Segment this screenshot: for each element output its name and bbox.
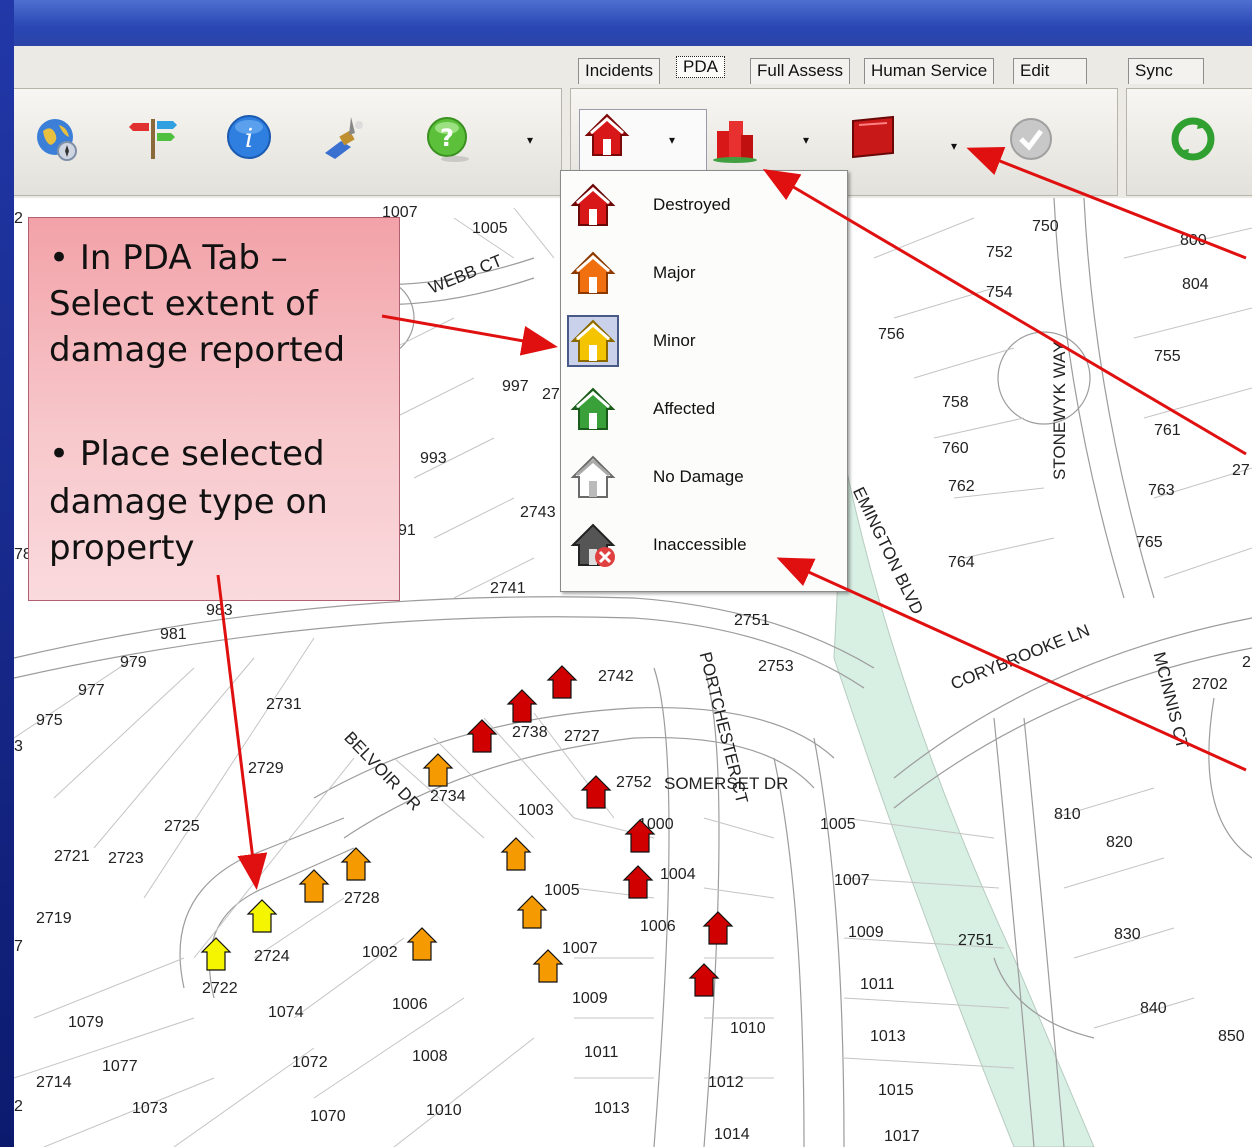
minor-house-icon [567,315,619,367]
ribbon-tabs: Incidents PDA Full Assess Human Service … [14,46,1252,87]
tab-sync[interactable]: Sync [1128,58,1204,84]
major-marker[interactable] [407,927,437,961]
major-marker[interactable] [501,837,531,871]
tab-edit[interactable]: Edit [1013,58,1087,84]
check-icon[interactable] [1007,115,1055,163]
toolbar-group-sync [1126,88,1252,196]
callout-text: Select extent of [49,284,318,324]
destroyed-marker[interactable] [623,865,653,899]
toolbar-group-map: i ? ▾ [14,88,562,196]
menu-item-major[interactable]: Major [561,241,847,307]
callout-text: property [49,528,195,568]
chevron-down-icon[interactable]: ▾ [669,133,675,147]
menu-item-label: Affected [653,399,716,418]
chevron-down-icon[interactable]: ▾ [803,133,809,147]
major-house-icon [570,251,616,294]
signpost-icon[interactable] [129,113,177,161]
menu-item-inaccessible[interactable]: Inaccessible [561,513,847,579]
help-icon[interactable]: ? [425,115,473,163]
destroyed-marker[interactable] [547,665,577,699]
callout-text: • In PDA Tab – [49,238,288,278]
flag-icon[interactable] [849,113,897,161]
menu-item-affected[interactable]: Affected [561,377,847,443]
inaccessible-house-icon [570,523,616,567]
tab-incidents[interactable]: Incidents [578,58,661,84]
destroyed-marker[interactable] [625,819,655,853]
chevron-down-icon[interactable]: ▾ [527,133,533,147]
callout-text: damage reported [49,330,346,370]
menu-item-minor[interactable]: Minor [561,309,847,375]
tab-full-assess[interactable]: Full Assess [750,58,850,84]
tab-human-service[interactable]: Human Service [864,58,995,84]
destroyed-marker[interactable] [581,775,611,809]
title-bar [14,0,1252,46]
minor-marker[interactable] [201,937,231,971]
menu-item-label: Minor [653,331,696,350]
globe-icon[interactable] [33,115,81,163]
satellite-icon[interactable] [321,113,369,161]
damage-type-menu: Destroyed Major Minor Affected No Damage… [560,170,848,592]
callout-text: • Place selected [49,434,325,474]
destroyed-marker[interactable] [507,689,537,723]
menu-item-label: Major [653,263,696,282]
major-marker[interactable] [533,949,563,983]
minor-marker[interactable] [247,899,277,933]
major-marker[interactable] [341,847,371,881]
menu-item-no-damage[interactable]: No Damage [561,445,847,511]
menu-item-label: No Damage [653,467,744,486]
building-damage-icon[interactable] [711,115,759,163]
svg-text:i: i [245,124,253,154]
chevron-down-icon[interactable]: ▾ [951,139,957,153]
destroyed-marker[interactable] [689,963,719,997]
menu-item-label: Destroyed [653,195,731,214]
info-icon[interactable]: i [225,113,273,161]
menu-item-destroyed[interactable]: Destroyed [561,173,847,239]
major-marker[interactable] [517,895,547,929]
sync-icon[interactable] [1169,115,1217,163]
major-marker[interactable] [299,869,329,903]
destroyed-house-icon [570,183,616,226]
major-marker[interactable] [423,753,453,787]
menu-item-label: Inaccessible [653,535,747,554]
destroyed-marker[interactable] [703,911,733,945]
svg-text:?: ? [440,124,454,152]
destroyed-marker[interactable] [467,719,497,753]
callout-text: damage type on [49,482,328,522]
no-damage-house-icon [570,455,616,498]
affected-house-icon [570,387,616,430]
house-damage-icon[interactable] [583,111,631,159]
tab-pda[interactable]: PDA [676,56,725,78]
instruction-callout: • In PDA Tab – Select extent of damage r… [28,217,400,601]
